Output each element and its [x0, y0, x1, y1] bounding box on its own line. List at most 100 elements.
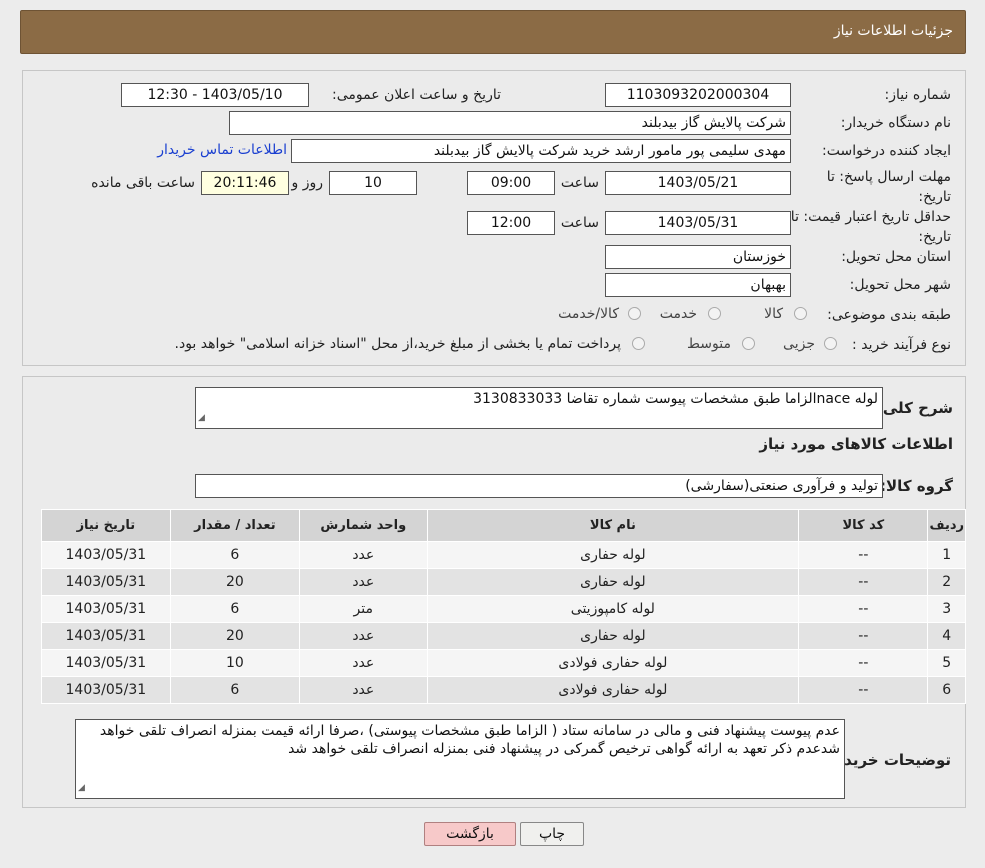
cell-qty: 10 — [169, 649, 301, 677]
cell-qty: 6 — [169, 541, 301, 569]
remaining-label: ساعت باقی مانده — [91, 175, 195, 191]
category-radio-goods-service[interactable] — [628, 307, 641, 320]
cell-date: 1403/05/31 — [41, 649, 171, 677]
city-field: بهبهان — [605, 273, 791, 297]
category-radio-service[interactable] — [708, 307, 721, 320]
process-radio-minor[interactable] — [824, 337, 837, 350]
process-radio-medium[interactable] — [742, 337, 755, 350]
cell-qty: 6 — [169, 595, 301, 623]
cell-unit: متر — [299, 595, 428, 623]
cell-row: 1 — [927, 541, 966, 569]
deadline-label: مهلت ارسال پاسخ: تا تاریخ: — [826, 169, 951, 205]
cell-name: لوله حفاری — [426, 568, 800, 596]
remaining-time-field: 20:11:46 — [201, 171, 289, 195]
requester-label: ایجاد کننده درخواست: — [822, 143, 951, 159]
cell-row: 6 — [927, 676, 966, 704]
col-code-header: کد کالا — [798, 509, 929, 542]
days-field: 10 — [329, 171, 417, 195]
city-label: شهر محل تحویل: — [849, 277, 951, 293]
col-row-header: ردیف — [927, 509, 966, 542]
deadline-time-label: ساعت — [560, 175, 599, 191]
cell-row: 3 — [927, 595, 966, 623]
cell-code: -- — [798, 595, 929, 623]
category-label: طبقه بندی موضوعی: — [827, 307, 951, 323]
validity-date-field: 1403/05/31 — [605, 211, 791, 235]
payment-checkbox[interactable] — [632, 337, 645, 350]
table-row: 4 -- لوله حفاری عدد 20 1403/05/31 — [41, 622, 966, 650]
cell-date: 1403/05/31 — [41, 676, 171, 704]
cell-unit: عدد — [299, 622, 428, 650]
cell-unit: عدد — [299, 676, 428, 704]
need-info-panel: شماره نیاز: 1103093202000304 تاریخ و ساع… — [22, 70, 966, 366]
payment-note: پرداخت تمام یا بخشی از مبلغ خرید،از محل … — [174, 336, 621, 352]
category-option-service: خدمت — [659, 306, 697, 322]
buyer-org-label: نام دستگاه خریدار: — [840, 115, 951, 131]
cell-row: 5 — [927, 649, 966, 677]
table-row: 2 -- لوله حفاری عدد 20 1403/05/31 — [41, 568, 966, 596]
cell-qty: 20 — [169, 568, 301, 596]
cell-code: -- — [798, 676, 929, 704]
category-option-goods: کالا — [764, 306, 783, 322]
need-number-field: 1103093202000304 — [605, 83, 791, 107]
process-option-minor: جزیی — [783, 336, 815, 352]
cell-name: لوله حفاری فولادی — [426, 676, 800, 704]
cell-row: 4 — [927, 622, 966, 650]
cell-date: 1403/05/31 — [41, 541, 171, 569]
details-panel: شرح کلی نیاز: لوله naceالزاما طبق مشخصات… — [22, 376, 966, 808]
table-header-row: ردیف کد کالا نام کالا واحد شمارش تعداد /… — [41, 509, 966, 542]
group-label: گروه کالا: — [880, 477, 953, 495]
page-header: جزئیات اطلاعات نیاز — [20, 10, 966, 54]
cell-name: لوله حفاری — [426, 541, 800, 569]
province-label: استان محل تحویل: — [841, 249, 951, 265]
cell-date: 1403/05/31 — [41, 622, 171, 650]
cell-qty: 20 — [169, 622, 301, 650]
table-row: 3 -- لوله کامپوزیتی متر 6 1403/05/31 — [41, 595, 966, 623]
cell-code: -- — [798, 649, 929, 677]
buyer-org-field: شرکت پالایش گاز بیدبلند — [229, 111, 791, 135]
days-label: روز و — [291, 175, 324, 191]
back-button[interactable]: بازگشت — [424, 822, 516, 846]
summary-textarea[interactable]: لوله naceالزاما طبق مشخصات پیوست شماره ت… — [195, 387, 883, 429]
resize-grip-icon[interactable]: ◢ — [78, 779, 85, 797]
print-button[interactable]: چاپ — [520, 822, 584, 846]
validity-time-field: 12:00 — [467, 211, 555, 235]
cell-date: 1403/05/31 — [41, 568, 171, 596]
buyer-notes-text: عدم پیوست پیشنهاد فنی و مالی در سامانه س… — [99, 723, 840, 757]
cell-unit: عدد — [299, 568, 428, 596]
category-radio-goods[interactable] — [794, 307, 807, 320]
process-label: نوع فرآیند خرید : — [852, 337, 951, 353]
cell-row: 2 — [927, 568, 966, 596]
resize-grip-icon[interactable]: ◢ — [198, 409, 205, 427]
cell-unit: عدد — [299, 541, 428, 569]
cell-code: -- — [798, 622, 929, 650]
deadline-time-field: 09:00 — [467, 171, 555, 195]
table-row: 1 -- لوله حفاری عدد 6 1403/05/31 — [41, 541, 966, 569]
need-number-label: شماره نیاز: — [884, 87, 952, 103]
cell-qty: 6 — [169, 676, 301, 704]
announce-datetime-field: 1403/05/10 - 12:30 — [121, 83, 309, 107]
announce-label: تاریخ و ساعت اعلان عمومی: — [332, 87, 501, 103]
summary-text: لوله naceالزاما طبق مشخصات پیوست شماره ت… — [473, 391, 878, 407]
process-option-medium: متوسط — [687, 336, 731, 352]
buyer-notes-textarea[interactable]: عدم پیوست پیشنهاد فنی و مالی در سامانه س… — [75, 719, 845, 799]
col-name-header: نام کالا — [426, 509, 800, 542]
table-row: 5 -- لوله حفاری فولادی عدد 10 1403/05/31 — [41, 649, 966, 677]
col-date-header: تاریخ نیاز — [41, 509, 171, 542]
cell-code: -- — [798, 541, 929, 569]
group-field: تولید و فرآوری صنعتی(سفارشی) — [195, 474, 883, 498]
items-table: ردیف کد کالا نام کالا واحد شمارش تعداد /… — [41, 509, 966, 704]
buyer-contact-link[interactable]: اطلاعات تماس خریدار — [157, 142, 287, 158]
cell-unit: عدد — [299, 649, 428, 677]
col-unit-header: واحد شمارش — [299, 509, 428, 542]
requester-field: مهدی سلیمی پور مامور ارشد خرید شرکت پالا… — [291, 139, 791, 163]
cell-name: لوله حفاری فولادی — [426, 649, 800, 677]
page-title: جزئیات اطلاعات نیاز — [833, 23, 953, 39]
table-row: 6 -- لوله حفاری فولادی عدد 6 1403/05/31 — [41, 676, 966, 704]
cell-name: لوله حفاری — [426, 622, 800, 650]
col-qty-header: تعداد / مقدار — [169, 509, 301, 542]
cell-code: -- — [798, 568, 929, 596]
cell-date: 1403/05/31 — [41, 595, 171, 623]
validity-time-label: ساعت — [560, 215, 599, 231]
cell-name: لوله کامپوزیتی — [426, 595, 800, 623]
validity-label: حداقل تاریخ اعتبار قیمت: تا تاریخ: — [790, 209, 951, 245]
